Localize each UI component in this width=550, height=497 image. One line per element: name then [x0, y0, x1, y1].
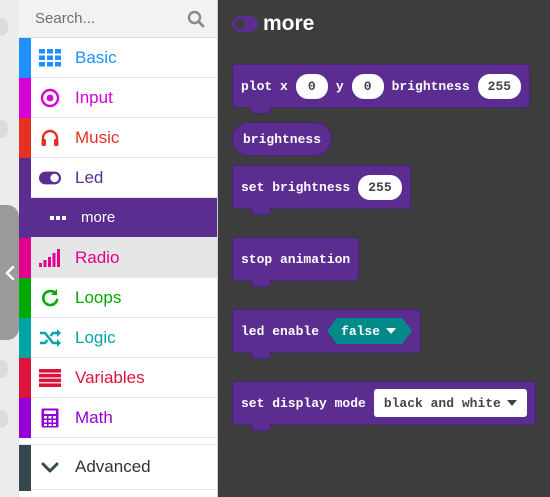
category-label: Basic: [75, 47, 117, 67]
display-mode-dropdown[interactable]: black and white: [373, 389, 527, 417]
dropdown-caret-icon: [506, 400, 517, 406]
block-keyword: plot x: [241, 78, 288, 94]
block-keyword: y: [335, 78, 344, 94]
display-mode-value: black and white: [383, 395, 501, 411]
toolbox-category-music[interactable]: Music: [19, 118, 217, 158]
calculator-icon: [39, 408, 61, 428]
block-connector: [251, 280, 271, 287]
stop-animation-block[interactable]: stop animation: [232, 237, 360, 287]
category-label: Math: [75, 407, 113, 427]
flyout-title: more: [263, 12, 315, 35]
category-color-bar: [19, 78, 31, 118]
set-display-mode-block[interactable]: set display mode black and white: [232, 381, 536, 431]
toolbox: Basic Input Music: [19, 0, 218, 497]
category-label: more: [81, 209, 116, 226]
target-icon: [39, 88, 61, 108]
boolean-dropdown[interactable]: false: [327, 318, 412, 344]
brightness-value-field[interactable]: 255: [477, 73, 522, 99]
toolbox-category-loops[interactable]: Loops: [19, 278, 217, 318]
search-icon[interactable]: [187, 10, 205, 28]
category-color-bar: [19, 358, 31, 398]
category-color-bar: [19, 318, 31, 358]
y-value-field[interactable]: 0: [351, 73, 384, 99]
block-connector: [251, 208, 271, 215]
block-keyword: led enable: [241, 323, 320, 339]
block-flyout: more plot x 0 y 0 brightness 255 brightn…: [218, 0, 550, 497]
grid-icon: [39, 48, 61, 68]
search-box: [19, 0, 217, 38]
loop-arrow-icon: [39, 288, 61, 308]
block-label: brightness: [243, 131, 322, 147]
block-keyword: set display mode: [241, 395, 366, 411]
category-color-bar: [19, 118, 31, 158]
x-value-field[interactable]: 0: [295, 73, 328, 99]
block-connector: [251, 424, 271, 431]
category-color-bar: [19, 278, 31, 318]
category-label: Advanced: [75, 457, 151, 476]
category-label: Loops: [75, 287, 122, 307]
workspace-ghost-shape: [0, 360, 8, 378]
brightness-reporter-block[interactable]: brightness: [232, 122, 333, 156]
category-color-bar: [19, 158, 31, 198]
chevron-down-icon: [39, 458, 61, 478]
category-label: Music: [75, 127, 120, 147]
headphones-icon: [39, 128, 61, 148]
shuffle-icon: [39, 328, 61, 348]
toggle-icon: [39, 168, 61, 188]
brightness-value-field[interactable]: 255: [358, 174, 402, 200]
toolbox-category-math[interactable]: Math: [19, 398, 217, 438]
chevron-left-icon: [5, 265, 14, 280]
workspace-ghost-shape: [0, 120, 8, 138]
block-label: stop animation: [241, 251, 351, 267]
toolbox-category-logic[interactable]: Logic: [19, 318, 217, 358]
list-icon: [39, 368, 61, 388]
toolbox-category-input[interactable]: Input: [19, 78, 217, 118]
category-color-bar: [19, 38, 31, 78]
workspace-ghost-shape: [0, 18, 8, 36]
signal-bars-icon: [39, 248, 61, 268]
block-connector: [251, 352, 271, 359]
toolbox-category-advanced[interactable]: Advanced: [19, 444, 217, 491]
set-brightness-block[interactable]: set brightness 255: [232, 165, 411, 215]
plot-brightness-block[interactable]: plot x 0 y 0 brightness 255: [232, 64, 531, 114]
toolbox-category-led[interactable]: Led: [19, 158, 217, 198]
ellipsis-icon: [47, 208, 69, 228]
toolbox-category-radio[interactable]: Radio: [19, 238, 217, 278]
category-color-bar: [19, 238, 31, 278]
boolean-value: false: [341, 323, 381, 339]
workspace-ghost-shape: [0, 410, 8, 428]
category-label: Led: [75, 167, 104, 187]
category-label: Variables: [75, 367, 145, 387]
category-color-bar: [19, 445, 31, 491]
category-label: Logic: [75, 327, 116, 347]
block-connector: [251, 107, 271, 114]
flyout-header: more: [232, 10, 314, 38]
dropdown-caret-icon: [386, 328, 396, 334]
toggle-icon: [232, 16, 258, 32]
toolbox-category-basic[interactable]: Basic: [19, 38, 217, 78]
collapse-toolbox-button[interactable]: [0, 205, 19, 340]
block-keyword: set brightness: [241, 179, 351, 195]
led-enable-block[interactable]: led enable false: [232, 309, 422, 359]
category-label: Radio: [75, 247, 120, 267]
toolbox-subcategory-more[interactable]: more: [19, 198, 217, 238]
block-keyword: brightness: [391, 78, 470, 94]
search-input[interactable]: [19, 0, 179, 37]
category-color-bar: [19, 398, 31, 438]
category-label: Input: [75, 87, 113, 107]
toolbox-category-variables[interactable]: Variables: [19, 358, 217, 398]
category-color-bar: [19, 198, 31, 238]
